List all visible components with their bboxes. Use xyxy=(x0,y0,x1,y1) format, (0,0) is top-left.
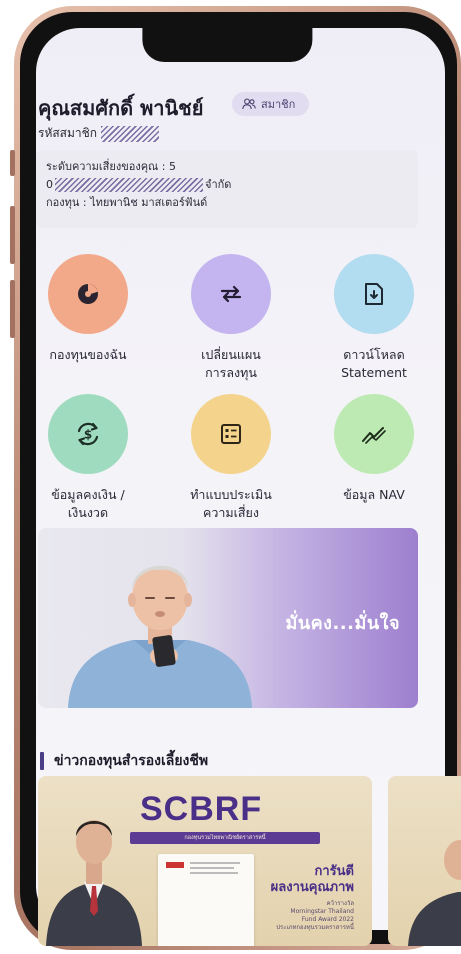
member-badge-label: สมาชิก xyxy=(261,98,296,111)
company-suffix: จำกัด xyxy=(205,178,232,191)
menu-change-plan[interactable]: เปลี่ยนแผน การลงทุน xyxy=(171,254,291,382)
my-fund-icon-circle xyxy=(48,254,128,334)
notch xyxy=(141,28,312,62)
member-name: คุณสมศักดิ์ พานิชย์ xyxy=(38,96,204,120)
remaining-funds-icon-circle: $ xyxy=(48,394,128,474)
pie-chart-icon xyxy=(78,284,98,304)
promo-banner[interactable]: มั่นคง...มั่นใจ xyxy=(38,528,418,708)
menu-remaining-funds[interactable]: $ ข้อมูลคงเงิน / เงินงวด xyxy=(28,394,148,522)
news-card-next[interactable] xyxy=(388,776,461,946)
news-headline: การันตี ผลงานคุณภาพ xyxy=(270,864,354,895)
switch-arrows-icon xyxy=(220,285,242,303)
my-fund-label: กองทุนของฉัน xyxy=(49,347,127,362)
man-with-phone-illustration xyxy=(68,565,252,708)
member-badge[interactable]: สมาชิก xyxy=(232,92,310,116)
certificate-line xyxy=(190,862,240,864)
certificate-line xyxy=(190,872,238,874)
businessman-illustration xyxy=(408,840,461,946)
money-cycle-icon: $ xyxy=(77,422,99,446)
fund-name: กองทุน : ไทยพานิช มาสเตอร์ฟันด์ xyxy=(46,196,208,209)
risk-level: ระดับความเสี่ยงของคุณ : 5 xyxy=(46,160,176,173)
menu-download-statement[interactable]: ดาวน์โหลด Statement xyxy=(314,254,434,382)
member-id-label: รหัสสมาชิก xyxy=(38,126,98,140)
change-plan-label: เปลี่ยนแผน การลงทุน xyxy=(201,347,261,380)
certificate-logo xyxy=(166,862,184,868)
nav-data-icon-circle xyxy=(334,394,414,474)
form-icon xyxy=(221,424,241,444)
trend-line-icon xyxy=(362,427,386,444)
download-statement-icon-circle xyxy=(334,254,414,334)
member-info-box: ระดับความเสี่ยงของคุณ : 5 0 จำกัด กองทุน… xyxy=(36,150,418,228)
risk-assessment-icon-circle xyxy=(191,394,271,474)
banner-text: มั่นคง...มั่นใจ xyxy=(285,613,400,634)
news-subtitle: กองทุนรวมไทยพาณิชย์ตราสารหนี้ xyxy=(130,832,320,844)
company-prefix: 0 xyxy=(46,178,53,191)
company-redacted xyxy=(55,178,203,192)
menu-nav-data[interactable]: ข้อมูล NAV xyxy=(314,394,434,504)
news-brand: SCBRF xyxy=(140,790,263,828)
menu-risk-assessment[interactable]: ทำแบบประเมิน ความเสี่ยง xyxy=(171,394,291,522)
news-section-title: ข่าวกองทุนสำรองเลี้ยงชีพ xyxy=(40,750,208,772)
businessman-illustration xyxy=(46,820,142,946)
news-title-text: ข่าวกองทุนสำรองเลี้ยงชีพ xyxy=(54,753,209,769)
member-id-row: รหัสสมาชิก xyxy=(38,124,160,143)
users-icon xyxy=(242,98,256,110)
news-award-text: คว้ารางวัล Morningstar Thailand Fund Awa… xyxy=(276,900,354,931)
certificate-line xyxy=(190,867,234,869)
section-accent-bar xyxy=(40,752,44,770)
volume-up-button xyxy=(10,206,15,264)
member-id-redacted xyxy=(101,125,160,142)
award-certificate xyxy=(158,854,254,946)
news-card[interactable]: SCBRF กองทุนรวมไทยพาณิชย์ตราสารหนี้ การั… xyxy=(38,776,372,946)
svg-text:$: $ xyxy=(84,428,92,442)
volume-down-button xyxy=(10,280,15,338)
remaining-funds-label: ข้อมูลคงเงิน / เงินงวด xyxy=(51,487,125,520)
menu-my-fund[interactable]: กองทุนของฉัน xyxy=(28,254,148,364)
download-statement-label: ดาวน์โหลด Statement xyxy=(341,347,407,380)
mute-switch xyxy=(10,150,15,176)
download-document-icon xyxy=(365,283,383,305)
risk-assessment-label: ทำแบบประเมิน ความเสี่ยง xyxy=(190,487,272,520)
change-plan-icon-circle xyxy=(191,254,271,334)
company-row: 0 จำกัด xyxy=(46,176,408,194)
nav-data-label: ข้อมูล NAV xyxy=(343,487,405,502)
